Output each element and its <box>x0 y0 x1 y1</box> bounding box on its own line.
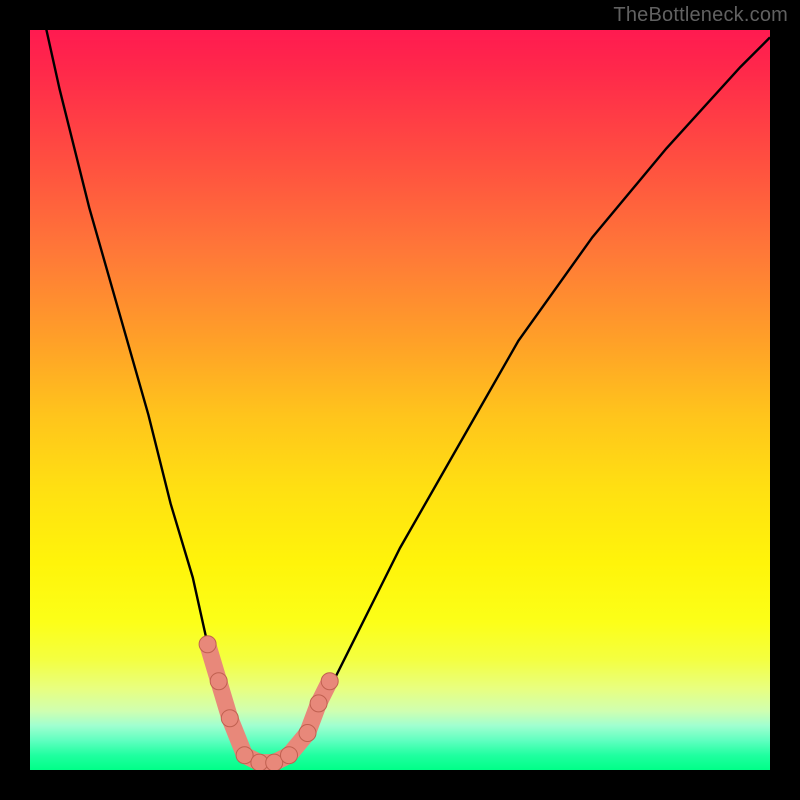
watermark-text: TheBottleneck.com <box>613 4 788 27</box>
marker-dot <box>221 710 238 727</box>
highlight-markers <box>199 636 338 770</box>
marker-dot <box>299 725 316 742</box>
chart-plot-area <box>30 30 770 770</box>
chart-svg <box>30 30 770 770</box>
marker-dot <box>281 747 298 764</box>
marker-dot <box>321 673 338 690</box>
marker-dot <box>310 695 327 712</box>
marker-dot <box>210 673 227 690</box>
bottleneck-curve <box>30 30 770 763</box>
marker-dot <box>199 636 216 653</box>
